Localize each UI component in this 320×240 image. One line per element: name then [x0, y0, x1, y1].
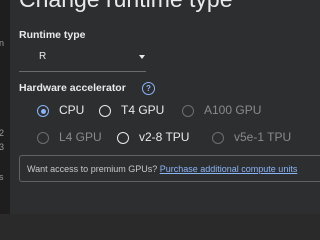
- help-circle-icon[interactable]: ?: [142, 82, 155, 95]
- runtime-type-label: Runtime type: [19, 29, 86, 41]
- premium-gpu-notice: Want access to premium GPUs? Purchase ad…: [19, 155, 320, 182]
- radio-checked-icon: [37, 105, 49, 117]
- radio-disabled-icon: [212, 132, 224, 144]
- background-text-fragment: s: [0, 172, 4, 182]
- background-panel: n 2 3 s: [0, 0, 10, 214]
- background-text-fragment: 2: [0, 128, 5, 138]
- radio-unchecked-icon: [99, 105, 111, 117]
- purchase-compute-units-link[interactable]: Purchase additional compute units: [160, 164, 298, 174]
- runtime-type-value: R: [39, 51, 47, 62]
- notice-text: Want access to premium GPUs?: [27, 164, 158, 174]
- runtime-type-select[interactable]: R: [19, 45, 146, 72]
- radio-unchecked-icon: [117, 132, 129, 144]
- radio-disabled-icon: [37, 132, 49, 144]
- radio-disabled-icon: [182, 105, 194, 117]
- notice-text-row: Want access to premium GPUs? Purchase ad…: [27, 164, 297, 174]
- hardware-accelerator-label: Hardware accelerator: [19, 82, 126, 94]
- dropdown-arrow-icon: [139, 55, 145, 59]
- radio-a100-gpu-label: A100 GPU: [204, 103, 262, 117]
- radio-t4-gpu-label: T4 GPU: [121, 103, 165, 117]
- radio-v2-8-tpu-label: v2-8 TPU: [139, 130, 190, 144]
- background-text-fragment: 3: [0, 142, 5, 152]
- change-runtime-dialog: Change runtime type Runtime type R Hardw…: [10, 0, 320, 214]
- radio-v5e-1-tpu-label: v5e-1 TPU: [234, 130, 292, 144]
- radio-l4-gpu-label: L4 GPU: [59, 130, 102, 144]
- dialog-title: Change runtime type: [19, 0, 233, 13]
- radio-cpu-label: CPU: [59, 103, 85, 117]
- background-text-fragment: n: [0, 38, 5, 48]
